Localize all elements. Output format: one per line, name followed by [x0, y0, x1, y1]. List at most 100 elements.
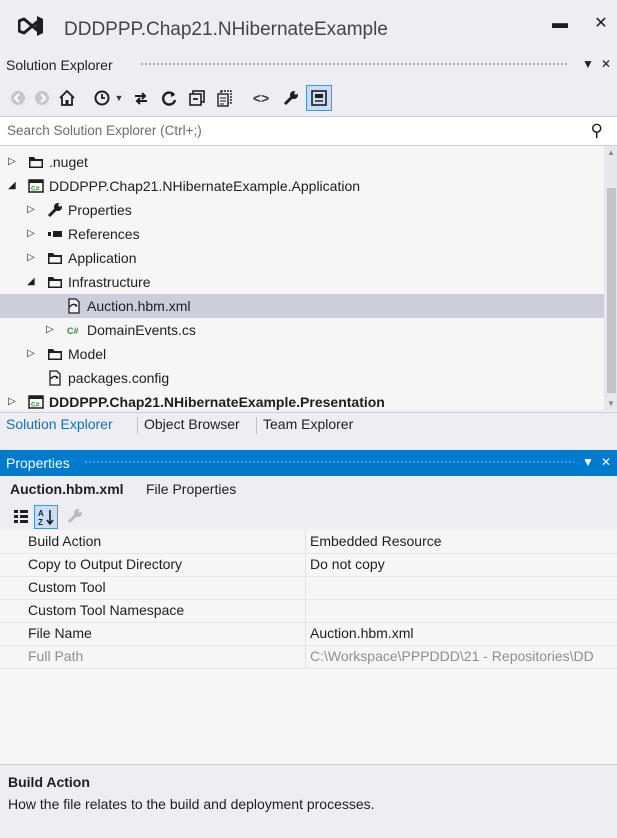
property-value[interactable]: Do not copy: [310, 556, 385, 572]
tree-item-label: Model: [68, 346, 107, 362]
tree-item[interactable]: ▷ Model: [0, 342, 604, 366]
refresh-icon[interactable]: [158, 88, 180, 108]
sync-icon[interactable]: [130, 88, 152, 108]
expand-arrow-icon[interactable]: ▷: [27, 348, 37, 360]
svg-text:C#: C#: [31, 402, 40, 409]
tab-object-browser[interactable]: Object Browser: [144, 416, 240, 432]
preview-selected-icon[interactable]: [306, 85, 332, 111]
tool-window-tabs: Solution Explorer Object Browser Team Ex…: [0, 412, 617, 437]
property-row[interactable]: Build Action Embedded Resource: [0, 530, 617, 554]
tree-item[interactable]: ▷ Application: [0, 246, 604, 270]
search-icon[interactable]: ⚲: [591, 121, 603, 141]
solution-explorer-header: Solution Explorer ▼ ✕: [0, 52, 617, 78]
collapse-all-icon[interactable]: [186, 88, 208, 108]
tree-item-label: Application: [68, 250, 137, 266]
expand-arrow-icon[interactable]: ▷: [8, 156, 18, 168]
properties-toolbar: AZ: [0, 502, 617, 530]
collapse-arrow-icon[interactable]: ◢: [8, 180, 18, 192]
property-row[interactable]: Copy to Output Directory Do not copy: [0, 553, 617, 577]
search-input[interactable]: Search Solution Explorer (Ctrl+;): [7, 123, 202, 138]
window-title: DDDPPP.Chap21.NHibernateExample: [64, 19, 388, 40]
tree-item-label: Auction.hbm.xml: [87, 298, 191, 314]
properties-header: Properties ▼ ✕: [0, 450, 617, 476]
search-box[interactable]: Search Solution Explorer (Ctrl+;) ⚲: [0, 116, 617, 146]
property-row[interactable]: Custom Tool Namespace: [0, 599, 617, 623]
tree-scrollbar[interactable]: ▲ ▼: [604, 146, 617, 410]
references-icon: [47, 226, 63, 242]
expand-arrow-icon[interactable]: ▷: [27, 228, 37, 240]
tab-solution-explorer[interactable]: Solution Explorer: [6, 416, 113, 432]
view-code-icon[interactable]: <>: [250, 88, 272, 108]
svg-text:C#: C#: [67, 326, 79, 336]
property-grid: Build Action Embedded Resource Copy to Out…: [0, 530, 617, 764]
grip-dots: [140, 62, 568, 67]
forward-icon[interactable]: [32, 88, 52, 108]
folder-icon: [47, 274, 63, 290]
tree-item-label: packages.config: [68, 370, 170, 386]
alphabetical-icon[interactable]: AZ: [34, 505, 58, 529]
svg-text:A: A: [38, 509, 44, 518]
property-value[interactable]: Embedded Resource: [310, 533, 442, 549]
pane-options-button[interactable]: ▼: [580, 55, 596, 73]
wrench-icon: [47, 202, 63, 218]
property-value[interactable]: C:\Workspace\PPPDDD\21 - Repositories\DD: [310, 648, 594, 664]
object-selector[interactable]: Auction.hbm.xml File Properties: [0, 476, 617, 502]
solution-explorer-toolbar: ▼ <>: [0, 80, 617, 114]
property-name: Custom Tool: [28, 579, 106, 595]
config-file-icon: [47, 370, 63, 386]
title-bar: DDDPPP.Chap21.NHibernateExample ▬ ✕: [0, 0, 617, 52]
description-text: How the file relates to the build and de…: [8, 796, 375, 812]
expand-arrow-icon[interactable]: ▷: [46, 324, 56, 336]
description-title: Build Action: [8, 774, 90, 790]
tree-item[interactable]: packages.config: [0, 366, 604, 390]
tree-item[interactable]: ◢ Infrastructure: [0, 270, 604, 294]
property-row[interactable]: Full Path C:\Workspace\PPPDDD\21 - Reposi…: [0, 645, 617, 669]
back-icon[interactable]: [8, 88, 28, 108]
history-icon[interactable]: [92, 88, 112, 108]
solution-tree: ▷ .nuget ◢ C# DDDPPP.Chap21.NHibernateExampl…: [0, 146, 604, 410]
tree-item[interactable]: ▷ .nuget: [0, 150, 604, 174]
minimize-button[interactable]: ▬: [548, 12, 572, 36]
tree-item[interactable]: Auction.hbm.xml: [0, 294, 604, 318]
tree-item[interactable]: ◢ C# DDDPPP.Chap21.NHibernateExample.Appli…: [0, 174, 604, 198]
property-name: Full Path: [28, 648, 84, 664]
visual-studio-logo-icon: [18, 16, 43, 36]
properties-options-button[interactable]: ▼: [580, 453, 596, 471]
home-icon[interactable]: [56, 88, 78, 108]
xml-file-icon: [66, 298, 82, 314]
properties-icon[interactable]: [280, 88, 302, 108]
property-row[interactable]: File Name Auction.hbm.xml: [0, 622, 617, 646]
property-pages-icon[interactable]: [66, 507, 84, 525]
folder-icon: [47, 346, 63, 362]
folder-icon: [28, 154, 44, 170]
close-button[interactable]: ✕: [589, 12, 613, 36]
property-row[interactable]: Custom Tool: [0, 576, 617, 600]
svg-text:C#: C#: [31, 186, 40, 193]
expand-arrow-icon[interactable]: ▷: [27, 204, 37, 216]
expand-arrow-icon[interactable]: ▷: [8, 396, 18, 408]
categorized-icon[interactable]: [12, 507, 30, 525]
tree-item-label: Infrastructure: [68, 274, 151, 290]
property-value[interactable]: Auction.hbm.xml: [310, 625, 413, 641]
properties-title: Properties: [6, 455, 70, 471]
folder-icon: [47, 250, 63, 266]
tree-item[interactable]: ▷ Properties: [0, 198, 604, 222]
description-panel: Build Action How the file relates to the…: [0, 764, 617, 838]
property-name: Build Action: [28, 533, 102, 549]
properties-close-button[interactable]: ✕: [598, 453, 614, 471]
scrollbar-thumb[interactable]: [607, 188, 616, 393]
show-all-files-icon[interactable]: [214, 88, 236, 108]
tab-team-explorer[interactable]: Team Explorer: [263, 416, 353, 432]
property-name: Custom Tool Namespace: [28, 602, 185, 618]
tree-item-label: .nuget: [49, 154, 88, 170]
tree-item[interactable]: ▷ C# DomainEvents.cs: [0, 318, 604, 342]
expand-arrow-icon[interactable]: ▷: [27, 252, 37, 264]
tree-item[interactable]: ▷ References: [0, 222, 604, 246]
tree-item[interactable]: ▷ C# DDDPPP.Chap21.NHibernateExample.Prese…: [0, 390, 604, 410]
collapse-arrow-icon[interactable]: ◢: [27, 276, 37, 288]
tree-item-label: DDDPPP.Chap21.NHibernateExample.Applicat…: [49, 178, 361, 194]
dropdown-icon[interactable]: ▼: [114, 88, 124, 108]
tree-item-label: Properties: [68, 202, 132, 218]
property-name: Copy to Output Directory: [28, 556, 183, 572]
pane-close-button[interactable]: ✕: [598, 55, 614, 73]
